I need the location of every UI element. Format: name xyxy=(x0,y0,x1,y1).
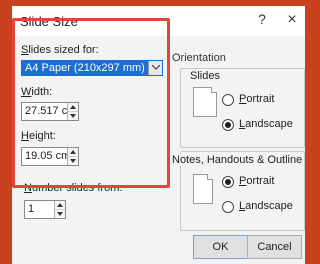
slide-size-dialog: Slide Size ? × Slides sized for: A4 Pape… xyxy=(12,6,305,264)
notes-landscape-radio[interactable]: Landscape xyxy=(222,200,302,215)
slides-group-title: Slides xyxy=(190,70,220,82)
number-slides-from-input[interactable]: 1 xyxy=(28,203,56,215)
number-increment-button[interactable] xyxy=(55,201,65,209)
height-label: Height: xyxy=(21,130,56,142)
notes-page-icon xyxy=(193,174,213,204)
notes-landscape-label: Landscape xyxy=(239,200,293,212)
width-input[interactable]: 27.517 cm xyxy=(25,105,69,117)
dialog-title: Slide Size xyxy=(20,14,78,29)
notes-portrait-radio-button[interactable] xyxy=(222,176,234,188)
slides-portrait-radio[interactable]: Portrait xyxy=(222,93,298,108)
number-spin-buttons xyxy=(54,201,65,218)
height-spinner[interactable]: 19.05 cm xyxy=(21,147,79,166)
width-increment-button[interactable] xyxy=(68,103,78,111)
slides-landscape-label: Landscape xyxy=(239,118,293,130)
chevron-down-icon[interactable] xyxy=(148,61,162,75)
slides-portrait-label: Portrait xyxy=(239,93,275,105)
slides-landscape-radio-button[interactable] xyxy=(222,119,234,131)
close-button[interactable]: × xyxy=(283,11,301,29)
slides-landscape-radio[interactable]: Landscape xyxy=(222,118,302,133)
cancel-button[interactable]: Cancel xyxy=(247,235,302,259)
width-spinner[interactable]: 27.517 cm xyxy=(21,102,79,121)
slide-size-selected-value: A4 Paper (210x297 mm) xyxy=(25,62,145,74)
notes-landscape-radio-button[interactable] xyxy=(222,201,234,213)
ok-button[interactable]: OK xyxy=(193,235,248,259)
slides-sized-for-label: Slides sized for: xyxy=(21,44,99,56)
portrait-page-icon xyxy=(193,87,217,117)
number-decrement-button[interactable] xyxy=(55,209,65,217)
number-slides-from-spinner[interactable]: 1 xyxy=(24,200,66,219)
height-decrement-button[interactable] xyxy=(68,156,78,164)
slide-size-select[interactable]: A4 Paper (210x297 mm) xyxy=(21,60,163,76)
title-bar: Slide Size ? × xyxy=(12,6,305,36)
notes-portrait-label: Portrait xyxy=(239,175,275,187)
width-decrement-button[interactable] xyxy=(68,111,78,119)
orientation-legend: Orientation xyxy=(172,52,226,64)
help-button[interactable]: ? xyxy=(253,11,271,29)
number-slides-from-label: Number slides from: xyxy=(24,182,123,194)
notes-portrait-radio[interactable]: Portrait xyxy=(222,175,298,190)
height-input[interactable]: 19.05 cm xyxy=(25,150,69,162)
slides-portrait-radio-button[interactable] xyxy=(222,94,234,106)
height-increment-button[interactable] xyxy=(68,148,78,156)
width-label: Width: xyxy=(21,86,53,98)
notes-group-title: Notes, Handouts & Outline xyxy=(172,154,303,166)
width-spin-buttons xyxy=(67,103,78,120)
height-spin-buttons xyxy=(67,148,78,165)
